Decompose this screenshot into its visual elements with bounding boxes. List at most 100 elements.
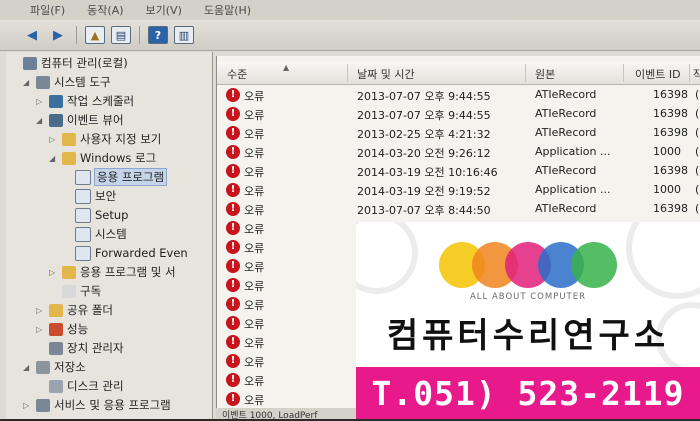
folder-icon — [62, 151, 76, 165]
tree-node[interactable]: ▷ 응용 프로그램 및 서 — [49, 263, 176, 281]
error-icon: ! — [226, 126, 240, 140]
tree-node[interactable]: 디스크 관리 — [36, 377, 124, 395]
event-row[interactable]: ! 오류 2014-03-19 오전 10:16:46 ATIeRecord 16398… — [217, 161, 700, 180]
event-row[interactable]: ! 오류 2013-07-07 오후 9:44:55 ATIeRecord 16398 ( — [217, 104, 700, 123]
event-task: ( — [695, 183, 700, 196]
menu-help[interactable]: 도움말(H) — [204, 2, 251, 18]
event-id: 16398 — [653, 164, 688, 177]
event-task: ( — [695, 107, 700, 120]
tree-node[interactable]: ▷ 사용자 지정 보기 — [49, 130, 161, 148]
tree-node[interactable]: 응용 프로그램 — [62, 168, 168, 186]
forward-arrow-icon[interactable]: ▶ — [48, 26, 68, 44]
event-level: 오류 — [244, 337, 265, 350]
gear-decoration-icon — [356, 222, 418, 294]
event-level: 오류 — [244, 128, 265, 141]
tree-node[interactable]: 보안 — [62, 187, 116, 205]
ad-tagline: ALL ABOUT COMPUTER — [469, 292, 587, 302]
column-level[interactable]: 수준 — [227, 66, 247, 82]
column-event-id[interactable]: 이벤트 ID — [635, 66, 681, 82]
expand-arrow-icon[interactable]: ◢ — [23, 363, 33, 372]
expand-arrow-icon[interactable]: ◢ — [23, 78, 33, 87]
tree-node[interactable]: 시스템 — [62, 225, 127, 243]
storage-icon — [36, 360, 50, 374]
toolbar-separator — [139, 26, 140, 44]
error-icon: ! — [226, 107, 240, 121]
event-level: 오류 — [244, 242, 265, 255]
tree-node[interactable]: 장치 관리자 — [36, 339, 124, 357]
menu-view[interactable]: 보기(V) — [146, 2, 182, 18]
tree-node[interactable]: ▷ 공유 폴더 — [36, 301, 113, 319]
expand-arrow-icon[interactable]: ▷ — [49, 135, 59, 144]
navigation-tree: 컴퓨터 관리(로컬) ◢ 시스템 도구 ▷ 작업 스케줄러 ◢ 이벤트 뷰어 ▷ 사용자 지정 … — [6, 52, 213, 419]
log-icon — [75, 226, 91, 242]
expand-arrow-icon[interactable]: ▷ — [49, 268, 59, 277]
event-row[interactable]: ! 오류 2014-03-19 오전 9:19:52 Application ... 1… — [217, 180, 700, 199]
event-level: 오류 — [244, 166, 265, 179]
tree-node[interactable]: ◢ 저장소 — [23, 358, 86, 376]
show-hide-tree-icon[interactable]: ▤ — [111, 26, 131, 44]
column-datetime[interactable]: 날짜 및 시간 — [357, 66, 415, 82]
tree-node[interactable]: ▷ 성능 — [36, 320, 88, 338]
column-task[interactable]: 작 — [693, 66, 700, 82]
menu-bar: 파일(F) 동작(A) 보기(V) 도움말(H) — [0, 0, 700, 20]
tree-node-label: 작업 스케줄러 — [67, 94, 135, 108]
show-action-pane-icon[interactable]: ▥ — [174, 26, 194, 44]
tree-node[interactable]: ◢ 이벤트 뷰어 — [36, 111, 124, 129]
tree-node-label: Windows 로그 — [80, 151, 157, 165]
error-icon: ! — [226, 145, 240, 159]
tree-node-label: 장치 관리자 — [67, 341, 124, 355]
expand-arrow-icon[interactable]: ▷ — [23, 401, 33, 410]
event-id: 16398 — [653, 107, 688, 120]
tree-node[interactable]: ▷ 작업 스케줄러 — [36, 92, 134, 110]
event-row[interactable]: ! 오류 2014-03-20 오전 9:26:12 Application ... 1… — [217, 142, 700, 161]
error-icon: ! — [226, 392, 240, 406]
services-icon — [36, 398, 50, 412]
event-level: 오류 — [244, 204, 265, 217]
up-folder-icon[interactable]: ▲ — [85, 26, 105, 44]
event-level: 오류 — [244, 299, 265, 312]
tools-icon — [36, 75, 50, 89]
tree-node-label: 구독 — [80, 284, 102, 298]
expand-arrow-icon[interactable]: ▷ — [36, 325, 46, 334]
event-viewer-icon — [49, 113, 63, 127]
menu-file[interactable]: 파일(F) — [30, 2, 65, 18]
tree-node[interactable]: 컴퓨터 관리(로컬) — [10, 54, 128, 72]
tree-node-label: 이벤트 뷰어 — [67, 113, 124, 127]
tree-node[interactable]: ◢ 시스템 도구 — [23, 73, 111, 91]
event-row[interactable]: ! 오류 2013-02-25 오후 4:21:32 ATIeRecord 16398 ( — [217, 123, 700, 142]
logo-circle-green — [571, 242, 617, 288]
tree-node[interactable]: Forwarded Even — [62, 244, 188, 262]
column-source[interactable]: 원본 — [535, 66, 555, 82]
event-row[interactable]: ! 오류 2013-07-07 오후 9:44:55 ATIeRecord 16398 ( — [217, 85, 700, 104]
event-task: ( — [695, 145, 700, 158]
tree-node[interactable]: ▷ 서비스 및 응용 프로그램 — [23, 396, 171, 414]
expand-arrow-icon[interactable]: ◢ — [36, 116, 46, 125]
event-row[interactable]: ! 오류 2013-07-07 오후 8:44:50 ATIeRecord 16398 ( — [217, 199, 700, 218]
error-icon: ! — [226, 373, 240, 387]
event-task: ( — [695, 126, 700, 139]
menu-action[interactable]: 동작(A) — [87, 2, 123, 18]
tree-node[interactable]: ◢ Windows 로그 — [49, 149, 156, 167]
error-icon: ! — [226, 88, 240, 102]
expand-arrow-icon[interactable]: ▷ — [36, 306, 46, 315]
error-icon: ! — [226, 297, 240, 311]
event-source: Application ... — [535, 183, 611, 196]
tree-node[interactable]: 구독 — [49, 282, 101, 300]
event-level: 오류 — [244, 356, 265, 369]
help-icon[interactable]: ? — [148, 26, 168, 44]
tree-node[interactable]: Setup — [62, 206, 128, 224]
phone-bar: T.051) 523-2119 — [356, 367, 700, 419]
expand-arrow-icon[interactable]: ◢ — [49, 154, 59, 163]
event-datetime: 2014-03-19 오전 10:16:46 — [357, 166, 498, 179]
back-arrow-icon[interactable]: ◀ — [22, 26, 42, 44]
computer-management-window: 파일(F) 동작(A) 보기(V) 도움말(H) ◀ ▶ ▲ ▤ ? ▥ 컴퓨터… — [0, 0, 700, 421]
event-level: 오류 — [244, 109, 265, 122]
log-icon — [75, 169, 91, 185]
expand-arrow-icon[interactable]: ▷ — [36, 97, 46, 106]
event-level: 오류 — [244, 90, 265, 103]
event-datetime: 2013-07-07 오후 9:44:55 — [357, 90, 491, 103]
disk-icon — [49, 379, 63, 393]
event-datetime: 2013-02-25 오후 4:21:32 — [357, 128, 491, 141]
event-id: 16398 — [653, 126, 688, 139]
status-bar: 이벤트 1000, LoadPerf — [216, 408, 362, 421]
